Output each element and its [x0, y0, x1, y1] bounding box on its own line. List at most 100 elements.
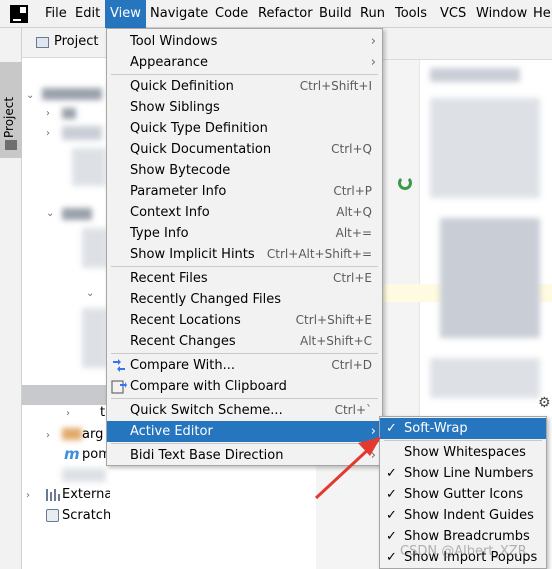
- menu-item-appearance[interactable]: Appearance ›: [107, 52, 382, 73]
- tree-row-obscured: [82, 228, 108, 268]
- expand-chevron-icon[interactable]: ›: [46, 128, 50, 139]
- menu-item-label: Show Siblings: [130, 100, 220, 115]
- project-window-icon: [36, 37, 49, 48]
- collapse-chevron-icon[interactable]: ⌄: [46, 208, 54, 219]
- menu-item-label: Type Info: [130, 226, 189, 241]
- menu-item-label: Context Info: [130, 205, 210, 220]
- menu-item-quick-switch-scheme[interactable]: Quick Switch Scheme... Ctrl+`: [107, 400, 382, 421]
- watermark: CSDN @Albert_XZR: [400, 544, 527, 559]
- menu-view[interactable]: View: [105, 0, 146, 28]
- menu-item-label: Quick Switch Scheme...: [130, 403, 283, 418]
- menu-help[interactable]: Hel: [528, 0, 552, 28]
- menu-item-shortcut: Ctrl+Shift+I: [299, 79, 372, 93]
- menu-item-recent-locations[interactable]: Recent Locations Ctrl+Shift+E: [107, 310, 382, 331]
- tree-item-partial[interactable]: arg: [82, 427, 103, 442]
- menu-separator: [111, 74, 378, 75]
- menu-item-label: Quick Documentation: [130, 142, 272, 157]
- project-tool-tab[interactable]: Project: [0, 62, 22, 158]
- submenu-item-show-indent-guides[interactable]: ✓ Show Indent Guides: [380, 505, 546, 526]
- menu-item-label: Bidi Text Base Direction: [130, 448, 284, 463]
- menu-item-shortcut: Ctrl+Shift+E: [295, 313, 372, 327]
- menu-run[interactable]: Run: [355, 0, 390, 28]
- menu-item-recent-files[interactable]: Recent Files Ctrl+E: [107, 268, 382, 289]
- menu-item-label: Appearance: [130, 55, 209, 70]
- gear-icon[interactable]: ⚙: [538, 395, 551, 411]
- menu-item-compare-with[interactable]: Compare With... Ctrl+D: [107, 355, 382, 376]
- menu-tools[interactable]: Tools: [390, 0, 432, 28]
- submenu-arrow-icon: ›: [370, 34, 376, 49]
- menu-item-show-siblings[interactable]: Show Siblings: [107, 97, 382, 118]
- menu-item-show-bytecode[interactable]: Show Bytecode: [107, 160, 382, 181]
- run-gutter-icon[interactable]: [398, 176, 412, 190]
- menu-item-label: Parameter Info: [130, 184, 227, 199]
- submenu-item-label: Show Indent Guides: [404, 508, 534, 523]
- menu-item-compare-with-clipboard[interactable]: Compare with Clipboard: [107, 376, 382, 397]
- submenu-item-label: Show Line Numbers: [404, 466, 534, 481]
- menu-item-label: Compare With...: [130, 358, 236, 373]
- menu-item-shortcut: Ctrl+Q: [331, 142, 372, 156]
- menu-item-bidi-text-base-direction[interactable]: Bidi Text Base Direction ›: [107, 445, 382, 466]
- submenu-item-soft-wrap[interactable]: ✓ Soft-Wrap: [380, 418, 546, 439]
- menu-item-shortcut: Ctrl+D: [331, 358, 372, 372]
- menu-item-recently-changed-files[interactable]: Recently Changed Files: [107, 289, 382, 310]
- menu-item-parameter-info[interactable]: Parameter Info Ctrl+P: [107, 181, 382, 202]
- menu-code[interactable]: Code: [210, 0, 253, 28]
- submenu-item-show-gutter-icons[interactable]: ✓ Show Gutter Icons: [380, 484, 546, 505]
- menu-item-context-info[interactable]: Context Info Alt+Q: [107, 202, 382, 223]
- menu-item-tool-windows[interactable]: Tool Windows ›: [107, 31, 382, 52]
- menu-item-shortcut: Alt+=: [335, 226, 372, 240]
- checkmark-icon: ✓: [386, 421, 397, 436]
- menu-item-label: Recent Changes: [130, 334, 236, 349]
- menu-file[interactable]: File: [40, 0, 72, 28]
- expand-chevron-icon[interactable]: ›: [46, 108, 50, 119]
- submenu-arrow-icon: ›: [370, 448, 376, 463]
- expand-chevron-icon[interactable]: ›: [26, 490, 30, 501]
- project-panel-title[interactable]: Project: [54, 34, 98, 49]
- compare-icon: [113, 359, 125, 372]
- menu-vcs[interactable]: VCS: [435, 0, 471, 28]
- tree-row-obscured: [62, 468, 106, 482]
- folder-icon-obscured: [62, 428, 82, 440]
- menu-item-show-implicit-hints[interactable]: Show Implicit Hints Ctrl+Alt+Shift+=: [107, 244, 382, 265]
- menu-item-recent-changes[interactable]: Recent Changes Alt+Shift+C: [107, 331, 382, 352]
- tree-item-partial[interactable]: t: [100, 405, 105, 420]
- left-tool-strip: Project: [0, 28, 22, 569]
- menu-separator: [111, 266, 378, 267]
- tree-row-obscured: [82, 308, 108, 368]
- menu-item-quick-documentation[interactable]: Quick Documentation Ctrl+Q: [107, 139, 382, 160]
- menu-refactor[interactable]: Refactor: [253, 0, 318, 28]
- submenu-item-show-line-numbers[interactable]: ✓ Show Line Numbers: [380, 463, 546, 484]
- view-menu-dropdown: Tool Windows › Appearance › Quick Defini…: [106, 28, 383, 466]
- tree-row-obscured: [72, 148, 106, 186]
- menu-item-active-editor[interactable]: Active Editor ›: [107, 421, 382, 442]
- tree-row-obscured: [62, 126, 102, 140]
- code-obscured: [430, 358, 540, 398]
- menu-navigate[interactable]: Navigate: [145, 0, 213, 28]
- menu-item-quick-definition[interactable]: Quick Definition Ctrl+Shift+I: [107, 76, 382, 97]
- code-obscured: [430, 98, 540, 198]
- menu-item-quick-type-definition[interactable]: Quick Type Definition: [107, 118, 382, 139]
- project-panel-header: Project: [22, 28, 110, 58]
- collapse-chevron-icon[interactable]: ⌄: [86, 288, 94, 299]
- folder-icon: [5, 140, 17, 150]
- submenu-arrow-icon: ›: [370, 424, 376, 439]
- menu-build[interactable]: Build: [314, 0, 357, 28]
- menu-item-shortcut: Ctrl+Alt+Shift+=: [266, 247, 372, 261]
- menu-bar: File Edit View Navigate Code Refactor Bu…: [0, 0, 552, 28]
- intellij-logo-icon: [10, 5, 28, 23]
- tree-row-obscured: [62, 208, 92, 220]
- menu-item-label: Recent Files: [130, 271, 208, 286]
- expand-chevron-icon[interactable]: ›: [66, 408, 70, 419]
- menu-item-shortcut: Ctrl+`: [334, 403, 372, 417]
- checkmark-icon: ✓: [386, 466, 397, 481]
- menu-window[interactable]: Window: [471, 0, 532, 28]
- compare-clipboard-icon: [111, 380, 127, 394]
- submenu-item-show-whitespaces[interactable]: Show Whitespaces: [380, 442, 546, 463]
- menu-separator: [111, 353, 378, 354]
- menu-item-type-info[interactable]: Type Info Alt+=: [107, 223, 382, 244]
- menu-edit[interactable]: Edit: [70, 0, 105, 28]
- menu-item-label: Compare with Clipboard: [130, 379, 287, 394]
- expand-chevron-icon[interactable]: ›: [46, 430, 50, 441]
- collapse-chevron-icon[interactable]: ⌄: [26, 90, 34, 101]
- menu-item-label: Tool Windows: [130, 34, 218, 49]
